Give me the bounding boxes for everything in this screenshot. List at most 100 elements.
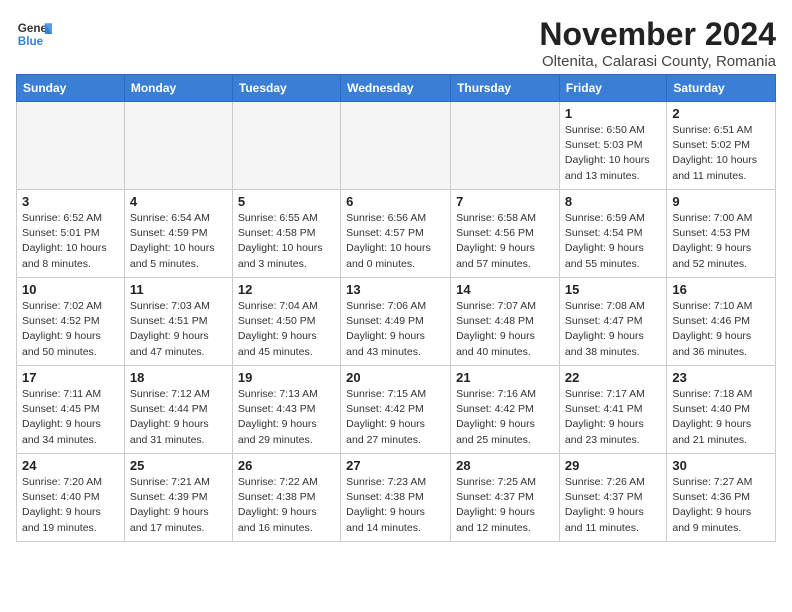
page-container: General Blue November 2024 Oltenita, Cal… [16,16,776,542]
day-number: 4 [130,194,227,209]
day-cell: 10 Sunrise: 7:02 AMSunset: 4:52 PMDayligh… [17,278,125,366]
day-cell: 15 Sunrise: 7:08 AMSunset: 4:47 PMDayligh… [559,278,666,366]
day-info: Sunrise: 7:06 AMSunset: 4:49 PMDaylight:… [346,299,445,360]
day-info: Sunrise: 7:02 AMSunset: 4:52 PMDaylight:… [22,299,119,360]
day-info: Sunrise: 7:16 AMSunset: 4:42 PMDaylight:… [456,387,554,448]
day-number: 27 [346,458,445,473]
day-number: 28 [456,458,554,473]
day-info: Sunrise: 6:59 AMSunset: 4:54 PMDaylight:… [565,211,661,272]
day-info: Sunrise: 7:20 AMSunset: 4:40 PMDaylight:… [22,475,119,536]
day-info: Sunrise: 7:21 AMSunset: 4:39 PMDaylight:… [130,475,227,536]
day-info: Sunrise: 6:52 AMSunset: 5:01 PMDaylight:… [22,211,119,272]
day-cell: 17Sunrise: 7:11 AMSunset: 4:45 PMDayligh… [17,366,125,454]
day-info: Sunrise: 6:51 AMSunset: 5:02 PMDaylight:… [672,123,770,184]
day-cell: 5Sunrise: 6:55 AMSunset: 4:58 PMDaylight… [232,190,340,278]
day-info: Sunrise: 7:27 AMSunset: 4:36 PMDaylight:… [672,475,770,536]
day-number: 26 [238,458,335,473]
logo-icon: General Blue [16,16,52,52]
day-info: Sunrise: 7:07 AMSunset: 4:48 PMDaylight:… [456,299,554,360]
calendar-table: SundayMondayTuesdayWednesdayThursdayFrid… [16,74,776,542]
day-number: 13 [346,282,445,297]
day-number: 7 [456,194,554,209]
day-cell: 28 Sunrise: 7:25 AMSunset: 4:37 PMDayligh… [451,454,560,542]
day-cell: 2 Sunrise: 6:51 AMSunset: 5:02 PMDaylight… [667,102,776,190]
day-cell [17,102,125,190]
day-number: 23 [672,370,770,385]
day-number: 25 [130,458,227,473]
day-info: Sunrise: 6:56 AMSunset: 4:57 PMDaylight:… [346,211,445,272]
day-info: Sunrise: 6:58 AMSunset: 4:56 PMDaylight:… [456,211,554,272]
week-row-5: 24 Sunrise: 7:20 AMSunset: 4:40 PMDayligh… [17,454,776,542]
day-number: 21 [456,370,554,385]
day-info: Sunrise: 6:50 AMSunset: 5:03 PMDaylight:… [565,123,661,184]
day-cell: 27 Sunrise: 7:23 AMSunset: 4:38 PMDayligh… [341,454,451,542]
day-info: Sunrise: 7:13 AMSunset: 4:43 PMDaylight:… [238,387,335,448]
day-cell: 9 Sunrise: 7:00 AMSunset: 4:53 PMDaylight… [667,190,776,278]
day-info: Sunrise: 7:15 AMSunset: 4:42 PMDaylight:… [346,387,445,448]
day-cell [451,102,560,190]
day-info: Sunrise: 7:17 AMSunset: 4:41 PMDaylight:… [565,387,661,448]
title-area: November 2024 Oltenita, Calarasi County,… [539,16,776,70]
day-cell: 25 Sunrise: 7:21 AMSunset: 4:39 PMDayligh… [124,454,232,542]
day-number: 1 [565,106,661,121]
day-number: 2 [672,106,770,121]
svg-text:Blue: Blue [18,35,44,48]
month-title: November 2024 [539,16,776,53]
day-number: 8 [565,194,661,209]
day-info: Sunrise: 7:25 AMSunset: 4:37 PMDaylight:… [456,475,554,536]
day-number: 17 [22,370,119,385]
day-cell: 14 Sunrise: 7:07 AMSunset: 4:48 PMDayligh… [451,278,560,366]
day-info: Sunrise: 7:03 AMSunset: 4:51 PMDaylight:… [130,299,227,360]
col-header-saturday: Saturday [667,75,776,102]
day-cell [124,102,232,190]
day-number: 15 [565,282,661,297]
day-number: 9 [672,194,770,209]
week-row-1: 1 Sunrise: 6:50 AMSunset: 5:03 PMDaylight… [17,102,776,190]
day-number: 14 [456,282,554,297]
day-number: 22 [565,370,661,385]
day-cell: 26 Sunrise: 7:22 AMSunset: 4:38 PMDayligh… [232,454,340,542]
day-cell: 18Sunrise: 7:12 AMSunset: 4:44 PMDayligh… [124,366,232,454]
logo-area: General Blue [16,16,52,52]
col-header-friday: Friday [559,75,666,102]
day-cell: 23Sunrise: 7:18 AMSunset: 4:40 PMDayligh… [667,366,776,454]
day-cell: 24 Sunrise: 7:20 AMSunset: 4:40 PMDayligh… [17,454,125,542]
day-number: 3 [22,194,119,209]
day-cell [341,102,451,190]
day-cell: 29 Sunrise: 7:26 AMSunset: 4:37 PMDayligh… [559,454,666,542]
col-header-tuesday: Tuesday [232,75,340,102]
day-number: 30 [672,458,770,473]
day-cell: 8 Sunrise: 6:59 AMSunset: 4:54 PMDaylight… [559,190,666,278]
day-info: Sunrise: 7:04 AMSunset: 4:50 PMDaylight:… [238,299,335,360]
day-cell: 12 Sunrise: 7:04 AMSunset: 4:50 PMDayligh… [232,278,340,366]
day-cell: 30 Sunrise: 7:27 AMSunset: 4:36 PMDayligh… [667,454,776,542]
day-info: Sunrise: 7:00 AMSunset: 4:53 PMDaylight:… [672,211,770,272]
day-number: 24 [22,458,119,473]
day-info: Sunrise: 7:23 AMSunset: 4:38 PMDaylight:… [346,475,445,536]
col-header-monday: Monday [124,75,232,102]
week-row-3: 10 Sunrise: 7:02 AMSunset: 4:52 PMDayligh… [17,278,776,366]
day-cell: 6Sunrise: 6:56 AMSunset: 4:57 PMDaylight… [341,190,451,278]
day-number: 11 [130,282,227,297]
day-cell: 3 Sunrise: 6:52 AMSunset: 5:01 PMDaylight… [17,190,125,278]
location-title: Oltenita, Calarasi County, Romania [539,53,776,70]
day-cell: 4Sunrise: 6:54 AMSunset: 4:59 PMDaylight… [124,190,232,278]
day-cell [232,102,340,190]
day-cell: 13 Sunrise: 7:06 AMSunset: 4:49 PMDayligh… [341,278,451,366]
day-cell: 16Sunrise: 7:10 AMSunset: 4:46 PMDayligh… [667,278,776,366]
day-number: 12 [238,282,335,297]
day-number: 20 [346,370,445,385]
day-cell: 1 Sunrise: 6:50 AMSunset: 5:03 PMDaylight… [559,102,666,190]
day-cell: 22 Sunrise: 7:17 AMSunset: 4:41 PMDayligh… [559,366,666,454]
day-info: Sunrise: 7:26 AMSunset: 4:37 PMDaylight:… [565,475,661,536]
day-info: Sunrise: 7:10 AMSunset: 4:46 PMDaylight:… [672,299,770,360]
day-number: 10 [22,282,119,297]
day-info: Sunrise: 7:22 AMSunset: 4:38 PMDaylight:… [238,475,335,536]
day-cell: 7 Sunrise: 6:58 AMSunset: 4:56 PMDaylight… [451,190,560,278]
day-cell: 20 Sunrise: 7:15 AMSunset: 4:42 PMDayligh… [341,366,451,454]
day-info: Sunrise: 7:12 AMSunset: 4:44 PMDaylight:… [130,387,227,448]
day-info: Sunrise: 7:08 AMSunset: 4:47 PMDaylight:… [565,299,661,360]
day-number: 29 [565,458,661,473]
week-row-4: 17Sunrise: 7:11 AMSunset: 4:45 PMDayligh… [17,366,776,454]
calendar-header-row: SundayMondayTuesdayWednesdayThursdayFrid… [17,75,776,102]
